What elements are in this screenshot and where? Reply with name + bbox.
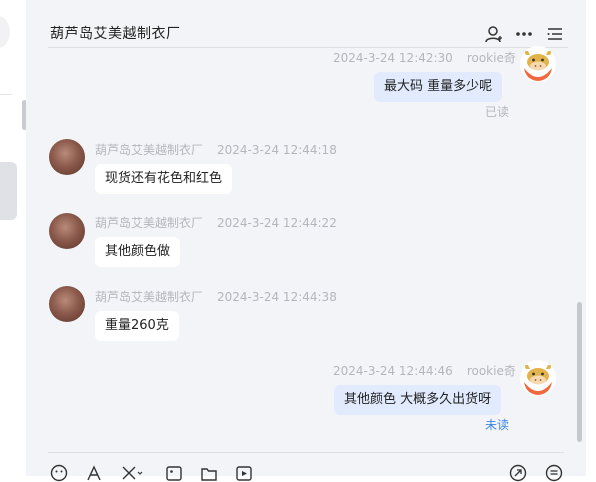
message-time: 2024-3-24 12:42:30 [333,51,453,65]
unread-status: 未读 [485,418,510,432]
conversation-list-edge [0,0,27,476]
message-time: 2024-3-24 12:44:46 [333,364,453,378]
scissors-icon[interactable] [120,464,144,482]
message-bubble-incoming[interactable]: 重量260克 [95,311,179,341]
message-sender: 葫芦岛艾美越制衣厂 [95,216,204,230]
user-icon[interactable] [484,24,504,44]
conversation-avatar-partial[interactable] [0,16,10,48]
quick-reply-icon[interactable] [545,464,563,482]
emoji-icon[interactable] [50,464,68,482]
message-bubble-outgoing[interactable]: 最大码 重量多少呢 [374,72,503,102]
avatar-contact[interactable] [49,213,85,249]
font-icon[interactable] [85,464,103,482]
folder-icon[interactable] [200,464,218,482]
chat-scrollbar[interactable] [577,302,582,442]
read-status: 已读 [485,105,510,119]
message-meta: 葫芦岛艾美越制衣厂 2024-3-24 12:44:22 [95,214,337,231]
avatar-contact[interactable] [49,286,85,322]
message-bubble-outgoing[interactable]: 其他颜色 大概多久出货呀 [334,385,502,415]
message-meta: 葫芦岛艾美越制衣厂 2024-3-24 12:44:38 [95,288,337,305]
message-sender: rookie奇 [466,51,516,65]
message-sender: rookie奇 [466,364,516,378]
message-meta: 葫芦岛艾美越制衣厂 2024-3-24 12:44:18 [95,141,337,158]
image-icon[interactable] [165,464,183,482]
header-divider [48,47,568,48]
message-bubble-incoming[interactable]: 现货还有花色和红色 [95,164,233,194]
message-bubble-incoming[interactable]: 其他颜色做 [95,237,181,267]
message-meta: 2024-3-24 12:44:46 rookie奇 [333,362,516,379]
list-icon[interactable] [545,24,565,44]
window-edge [586,0,596,476]
input-divider [48,452,564,453]
bull-avatar-icon [520,360,556,396]
avatar-contact[interactable] [49,139,85,175]
message-sender: 葫芦岛艾美越制衣厂 [95,143,204,157]
share-icon[interactable] [509,464,527,482]
message-meta: 2024-3-24 12:42:30 rookie奇 [333,49,516,66]
avatar-self[interactable] [520,46,556,82]
video-icon[interactable] [235,464,253,482]
selected-conversation-partial[interactable] [0,162,17,220]
chat-panel: 葫芦岛艾美越制衣厂 2024-3-24 12:42:30 rookie奇 最大码… [26,0,586,482]
chat-header: 葫芦岛艾美越制衣厂 [26,0,586,48]
list-divider [0,94,12,95]
more-icon[interactable] [514,24,534,44]
chat-title: 葫芦岛艾美越制衣厂 [50,26,181,42]
message-time: 2024-3-24 12:44:22 [217,216,337,230]
bull-avatar-icon [520,46,556,82]
message-time: 2024-3-24 12:44:38 [217,290,337,304]
message-sender: 葫芦岛艾美越制衣厂 [95,290,204,304]
message-time: 2024-3-24 12:44:18 [217,143,337,157]
avatar-self[interactable] [520,360,556,396]
